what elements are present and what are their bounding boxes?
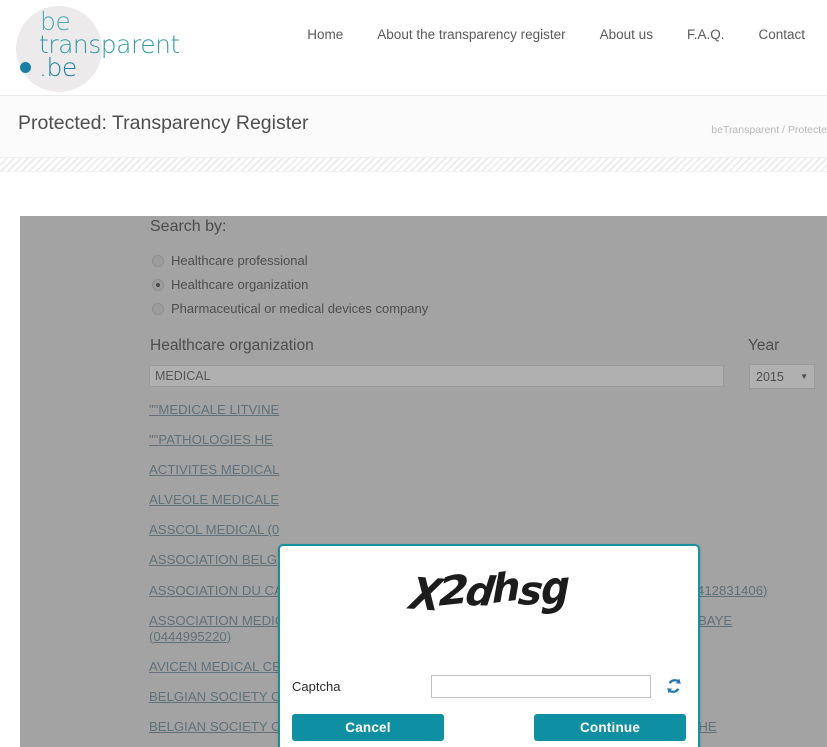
captcha-challenge-image: X2dhsg: [280, 561, 698, 626]
captcha-char: 2: [438, 566, 467, 616]
continue-button[interactable]: Continue: [534, 714, 686, 741]
captcha-char: h: [491, 563, 520, 613]
radio-icon[interactable]: [152, 302, 164, 315]
captcha-char: s: [515, 568, 544, 615]
year-field-label: Year: [748, 337, 780, 354]
content-area: Search by: Healthcare professional Healt…: [0, 172, 827, 747]
year-select-value: 2015: [756, 369, 784, 384]
radio-option-healthcare-professional[interactable]: Healthcare professional: [152, 253, 308, 268]
main-navigation: Home About the transparency register Abo…: [307, 27, 805, 42]
page-title-bar: Protected: Transparency Register beTrans…: [0, 96, 827, 158]
site-header: be transparent .be Home About the transp…: [0, 0, 827, 96]
nav-item-home[interactable]: Home: [307, 27, 343, 42]
striped-divider: [0, 158, 827, 172]
list-item[interactable]: ALVEOLE MEDICALE: [149, 492, 781, 508]
radio-option-pharmaceutical-company[interactable]: Pharmaceutical or medical devices compan…: [152, 301, 428, 316]
radio-label: Healthcare professional: [171, 253, 308, 268]
breadcrumb: beTransparent / Protecte: [711, 124, 827, 136]
radio-label: Healthcare organization: [171, 277, 309, 292]
chevron-down-icon: ▼: [800, 371, 808, 381]
radio-label: Pharmaceutical or medical devices compan…: [171, 301, 429, 316]
organization-field-label: Healthcare organization: [150, 337, 314, 354]
radio-option-healthcare-organization[interactable]: Healthcare organization: [152, 277, 308, 292]
list-item[interactable]: ""MEDICALE LITVINE: [149, 402, 781, 418]
page-title: Protected: Transparency Register: [18, 112, 309, 134]
captcha-input[interactable]: [430, 674, 651, 698]
site-logo[interactable]: be transparent .be: [16, 4, 201, 92]
logo-wordmark: be transparent .be: [39, 9, 180, 82]
captcha-input-row: Captcha: [292, 672, 686, 700]
captcha-modal-dialog: X2dhsg Captcha Cancel Continue: [278, 544, 700, 747]
nav-item-contact[interactable]: Contact: [758, 27, 805, 42]
nav-item-about-us[interactable]: About us: [600, 27, 653, 42]
nav-item-about-register[interactable]: About the transparency register: [377, 27, 565, 42]
modal-button-row: Cancel Continue: [292, 714, 686, 741]
captcha-char: d: [462, 569, 495, 616]
captcha-char: g: [540, 561, 568, 617]
year-select[interactable]: 2015 ▼: [749, 364, 815, 389]
captcha-challenge-text: X2dhsg: [406, 561, 569, 621]
captcha-field-label: Captcha: [292, 678, 341, 694]
search-by-label: Search by:: [150, 218, 227, 235]
refresh-icon[interactable]: [663, 674, 686, 698]
list-item[interactable]: ""PATHOLOGIES HE: [149, 432, 781, 448]
cancel-button[interactable]: Cancel: [292, 714, 444, 741]
radio-icon-selected[interactable]: [152, 278, 164, 291]
logo-dot-shape: [20, 62, 31, 73]
list-item[interactable]: ACTIVITES MEDICAL: [149, 462, 781, 478]
list-item[interactable]: ASSCOL MEDICAL (0: [149, 522, 781, 538]
radio-icon[interactable]: [152, 254, 164, 267]
nav-item-faq[interactable]: F.A.Q.: [687, 27, 725, 42]
logo-line-dotbe: .be: [39, 53, 77, 82]
organization-search-input[interactable]: [149, 365, 724, 387]
